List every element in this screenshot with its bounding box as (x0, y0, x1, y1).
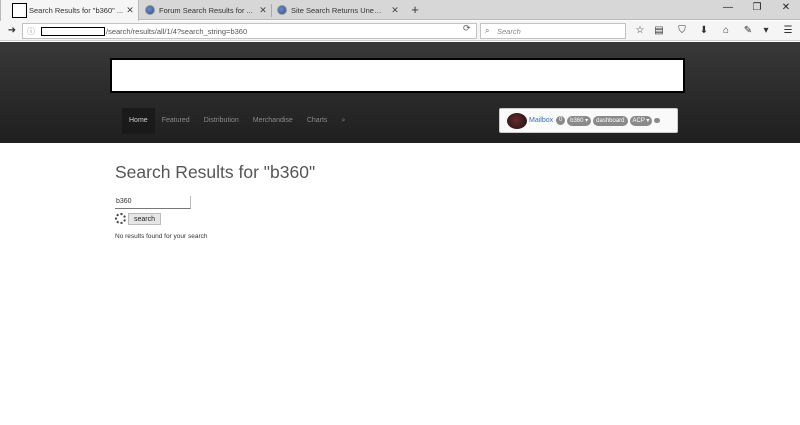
site-header: Home Featured Distribution Merchandise C… (0, 42, 800, 143)
globe-icon (145, 5, 155, 15)
more-button[interactable] (654, 118, 661, 123)
tab-title: Search Results for "b360" ... (29, 6, 124, 15)
tab-title: Forum Search Results for ... (159, 5, 253, 15)
url-text: /search/results/all/1/4?search_string=b3… (106, 27, 248, 36)
close-icon[interactable]: ✕ (258, 4, 268, 16)
mailbox-count-badge: 0 (556, 116, 566, 125)
search-button[interactable]: search (128, 212, 162, 225)
site-info-icon[interactable]: ⓘ (27, 26, 35, 37)
pocket-icon[interactable]: ⛉ (675, 24, 689, 38)
reload-icon[interactable]: ⟳ (463, 23, 471, 34)
minimize-icon[interactable]: — (721, 2, 735, 13)
tab-forum-search[interactable]: Forum Search Results for ... ✕ (140, 0, 271, 20)
no-results-message: No results found for your search (115, 232, 208, 240)
site-banner (110, 58, 685, 93)
nav-featured[interactable]: Featured (155, 108, 197, 134)
navigation-toolbar: ➜ ⓘ /search/results/all/1/4?search_strin… (0, 21, 800, 41)
acp-menu-button[interactable]: ACP ▾ (629, 115, 653, 126)
mailbox-link[interactable]: Mailbox (529, 117, 553, 124)
menu-icon[interactable]: ☰ (781, 24, 795, 38)
nav-distribution[interactable]: Distribution (197, 108, 246, 134)
back-arrow-icon[interactable]: ➜ (5, 24, 19, 38)
loading-spinner-icon (115, 213, 126, 224)
globe-icon (277, 5, 287, 15)
tab-search-results[interactable]: Search Results for "b360" ... ✕ (0, 0, 139, 21)
overflow-chevron-icon[interactable]: ▾ (759, 24, 773, 38)
search-results-section: Search Results for "b360" search No resu… (115, 162, 315, 240)
user-menu-button[interactable]: b360 ▾ (567, 115, 592, 126)
redacted-favicon (12, 3, 27, 18)
search-placeholder: Search (497, 27, 521, 36)
search-input[interactable] (115, 195, 191, 209)
restore-icon[interactable]: ❐ (750, 2, 764, 13)
browser-search-bar[interactable]: ⌕ Search (480, 23, 626, 39)
avatar[interactable] (507, 112, 527, 129)
page-title: Search Results for "b360" (115, 162, 316, 182)
bookmark-star-icon[interactable]: ☆ (633, 24, 647, 38)
nav-home[interactable]: Home (122, 108, 155, 134)
close-icon[interactable]: ✕ (390, 4, 400, 16)
download-icon[interactable]: ⬇ (697, 24, 711, 38)
user-panel: Mailbox 0 b360 ▾ dashboard ACP ▾ (499, 108, 678, 133)
nav-merchandise[interactable]: Merchandise (246, 108, 300, 134)
address-bar[interactable]: ⓘ /search/results/all/1/4?search_string=… (22, 23, 477, 39)
window-close-icon[interactable]: ✕ (779, 2, 793, 13)
main-nav: Home Featured Distribution Merchandise C… (122, 108, 352, 134)
home-icon[interactable]: ⌂ (719, 24, 733, 38)
new-tab-icon[interactable]: + (408, 2, 422, 17)
tab-strip: Search Results for "b360" ... ✕ Forum Se… (0, 0, 800, 21)
reading-list-icon[interactable]: ▤ (652, 24, 666, 38)
redacted-domain (41, 27, 105, 36)
nav-search-icon[interactable]: ⌕ (334, 108, 352, 134)
dashboard-button[interactable]: dashboard (593, 115, 628, 126)
search-icon: ⌕ (485, 26, 490, 35)
tab-title: Site Search Returns Unexp... (291, 5, 385, 15)
tab-site-search[interactable]: Site Search Returns Unexp... ✕ (272, 0, 403, 20)
extension-icon[interactable]: ✎ (741, 24, 755, 38)
nav-charts[interactable]: Charts (300, 108, 335, 134)
close-icon[interactable]: ✕ (125, 4, 135, 16)
